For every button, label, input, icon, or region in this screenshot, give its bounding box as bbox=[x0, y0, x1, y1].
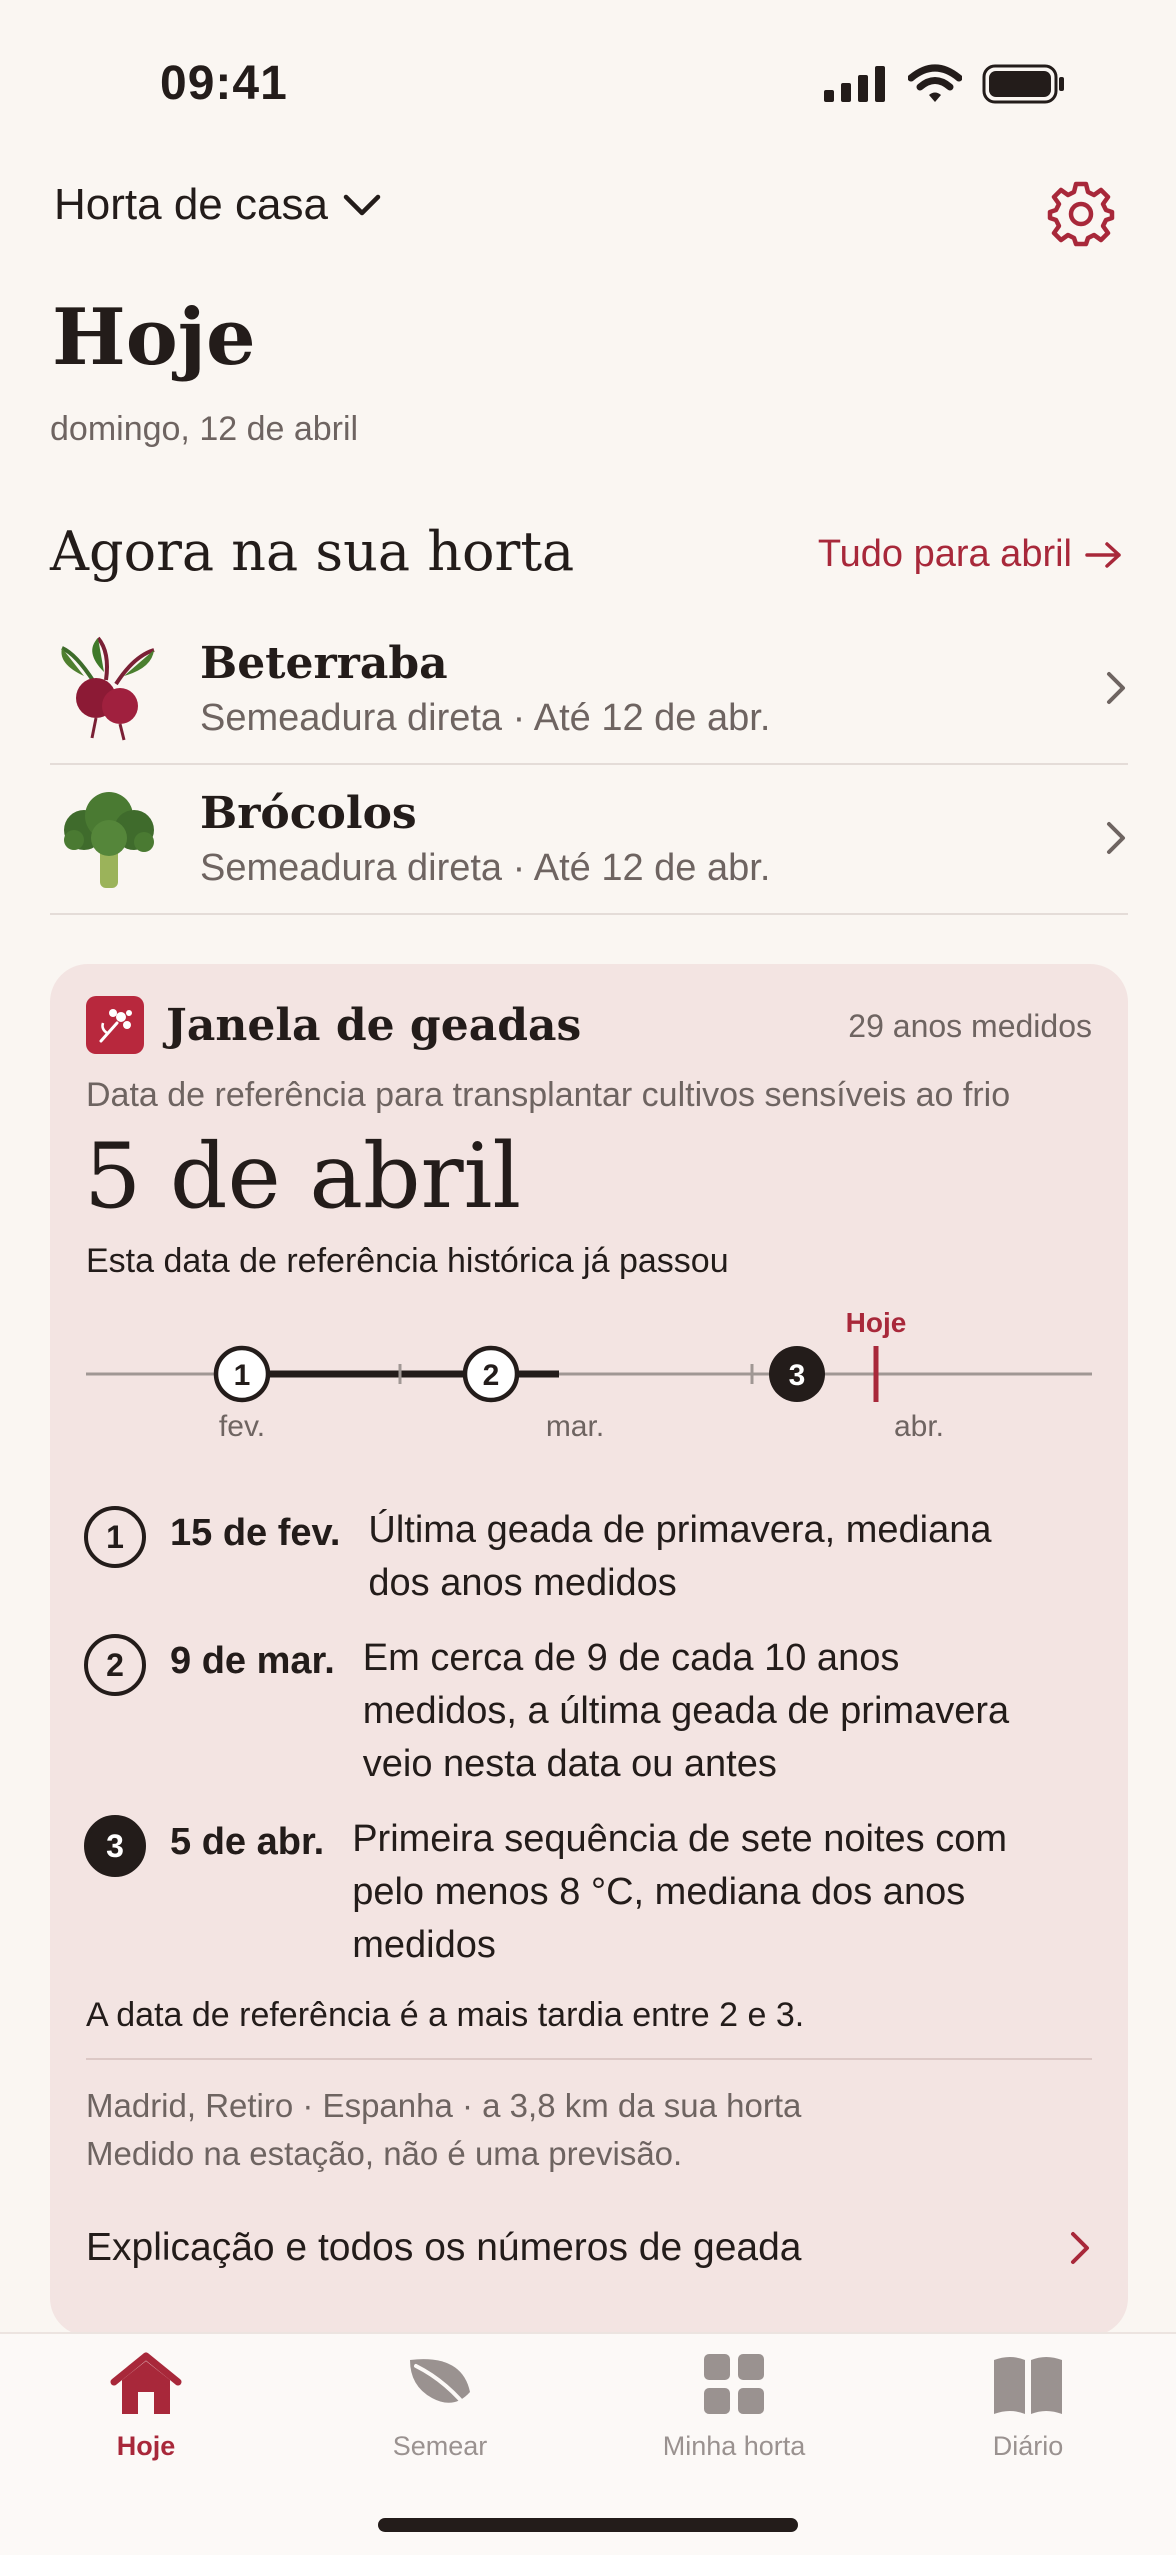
wifi-icon bbox=[908, 64, 962, 102]
explain-frost-button[interactable]: Explicação e todos os números de geada bbox=[86, 2226, 1092, 2270]
chevron-right-icon bbox=[1107, 822, 1125, 854]
crop-detail: Semeadura direta · Até 12 de abr. bbox=[200, 847, 771, 889]
garden-picker[interactable]: Horta de casa bbox=[54, 180, 382, 230]
crop-row-beetroot[interactable]: Beterraba Semeadura direta · Até 12 de a… bbox=[50, 615, 1128, 765]
month-label: fev. bbox=[219, 1410, 265, 1443]
legend-date: 9 de mar. bbox=[170, 1640, 335, 1682]
station-location: Madrid, Retiro · Espanha · a 3,8 km da s… bbox=[86, 2087, 802, 2124]
grid-icon bbox=[704, 2354, 764, 2414]
legend-text: Última geada de primavera, mediana dos a… bbox=[368, 1504, 991, 1610]
timeline-marker-label: 3 bbox=[789, 1359, 806, 1392]
chevron-right-icon bbox=[1071, 2232, 1089, 2264]
chevron-right-icon bbox=[1107, 672, 1125, 704]
legend-number: 1 bbox=[84, 1506, 146, 1568]
tab-diary[interactable]: Diário bbox=[908, 2352, 1148, 2462]
legend-text: Em cerca de 9 de cada 10 anos medidos, a… bbox=[363, 1632, 1009, 1791]
crop-detail: Semeadura direta · Até 12 de abr. bbox=[200, 697, 771, 739]
section-title: Agora na sua horta bbox=[50, 520, 575, 583]
legend-line: Última geada de primavera, mediana bbox=[368, 1509, 992, 1551]
legend-item-3: 3 5 de abr. Primeira sequência de sete n… bbox=[84, 1813, 1094, 1972]
crop-list: Beterraba Semeadura direta · Até 12 de a… bbox=[50, 615, 1128, 915]
station-info: Madrid, Retiro · Espanha · a 3,8 km da s… bbox=[86, 2082, 801, 2178]
frost-flower-icon bbox=[86, 996, 144, 1054]
tab-label: Diário bbox=[992, 2431, 1064, 2461]
all-april-link-label: Tudo para abril bbox=[817, 533, 1072, 575]
passed-note: Esta data de referência histórica já pas… bbox=[86, 1242, 729, 1280]
tab-today[interactable]: Hoje bbox=[26, 2352, 266, 2462]
tab-label: Semear bbox=[392, 2431, 488, 2461]
station-disclaimer: Medido na estação, não é uma previsão. bbox=[86, 2135, 683, 2172]
legend-line: medidos bbox=[352, 1924, 496, 1966]
page-date: domingo, 12 de abril bbox=[50, 410, 359, 448]
legend-item-1: 1 15 de fev. Última geada de primavera, … bbox=[84, 1504, 1094, 1610]
leaf-icon bbox=[410, 2359, 474, 2416]
status-time: 09:41 bbox=[160, 57, 288, 110]
beetroot-icon bbox=[61, 636, 155, 741]
today-label: Hoje bbox=[846, 1307, 907, 1338]
battery-icon bbox=[982, 64, 1064, 104]
tab-my-garden[interactable]: Minha horta bbox=[614, 2352, 854, 2462]
chevron-down-icon bbox=[343, 194, 381, 216]
garden-name: Horta de casa bbox=[54, 180, 328, 229]
month-label: mar. bbox=[546, 1410, 604, 1443]
legend-line: Em cerca de 9 de cada 10 anos bbox=[362, 1637, 900, 1679]
page-title: Hoje bbox=[52, 292, 256, 383]
broccoli-icon bbox=[64, 792, 154, 888]
frost-description: Data de referência para transplantar cul… bbox=[86, 1076, 1011, 1114]
status-bar: 09:41 bbox=[0, 0, 1176, 160]
legend-text: Primeira sequência de sete noites com pe… bbox=[352, 1813, 1007, 1972]
years-measured: 29 anos medidos bbox=[848, 1008, 1092, 1044]
legend-line: Primeira sequência de sete noites com bbox=[352, 1818, 1007, 1860]
gear-icon bbox=[1047, 181, 1115, 247]
frost-window-card: Janela de geadas 29 anos medidos Data de… bbox=[50, 964, 1128, 2336]
crop-text: Brócolos Semeadura direta · Até 12 de ab… bbox=[200, 788, 770, 890]
frost-card-title: Janela de geadas bbox=[166, 999, 582, 1051]
timeline-marker-2: 2 bbox=[462, 1345, 520, 1403]
home-indicator bbox=[378, 2518, 798, 2532]
explain-frost-label: Explicação e todos os números de geada bbox=[86, 2226, 802, 2269]
home-icon bbox=[110, 2352, 182, 2414]
frost-timeline: 1 2 3 Hoje fev. mar. abr. bbox=[86, 1307, 1092, 1443]
legend-date: 15 de fev. bbox=[170, 1512, 341, 1554]
timeline-marker-3: 3 bbox=[769, 1346, 825, 1402]
frost-legend: 1 15 de fev. Última geada de primavera, … bbox=[84, 1504, 1094, 1994]
timeline-marker-label: 2 bbox=[483, 1359, 500, 1392]
divider bbox=[86, 2058, 1092, 2060]
tab-label: Minha horta bbox=[662, 2431, 806, 2461]
reference-note: A data de referência é a mais tardia ent… bbox=[86, 1996, 805, 2034]
crop-text: Beterraba Semeadura direta · Até 12 de a… bbox=[200, 638, 770, 740]
frost-card-header: Janela de geadas bbox=[86, 996, 581, 1054]
legend-line: veio nesta data ou antes bbox=[362, 1743, 777, 1785]
legend-number: 2 bbox=[84, 1634, 146, 1696]
arrow-right-icon bbox=[1085, 541, 1121, 568]
crop-name: Brócolos bbox=[200, 788, 417, 839]
settings-button[interactable] bbox=[1046, 178, 1116, 248]
signal-icon bbox=[824, 66, 885, 102]
all-april-link[interactable]: Tudo para abril bbox=[818, 533, 1124, 576]
book-icon bbox=[994, 2357, 1062, 2414]
legend-line: dos anos medidos bbox=[368, 1562, 677, 1604]
legend-number: 3 bbox=[84, 1815, 146, 1877]
timeline-marker-1: 1 bbox=[213, 1345, 271, 1403]
reference-date: 5 de abril bbox=[84, 1124, 522, 1229]
legend-line: pelo menos 8 °C, mediana dos anos bbox=[352, 1871, 966, 1913]
timeline-marker-label: 1 bbox=[234, 1359, 251, 1392]
crop-name: Beterraba bbox=[200, 638, 448, 689]
month-label: abr. bbox=[894, 1410, 944, 1443]
legend-date: 5 de abr. bbox=[170, 1821, 325, 1863]
tab-label: Hoje bbox=[116, 2431, 176, 2461]
tab-sow[interactable]: Semear bbox=[320, 2352, 560, 2462]
legend-item-2: 2 9 de mar. Em cerca de 9 de cada 10 ano… bbox=[84, 1632, 1094, 1791]
crop-row-broccoli[interactable]: Brócolos Semeadura direta · Até 12 de ab… bbox=[50, 765, 1128, 915]
legend-line: medidos, a última geada de primavera bbox=[362, 1690, 1010, 1732]
status-icons bbox=[824, 64, 1066, 104]
